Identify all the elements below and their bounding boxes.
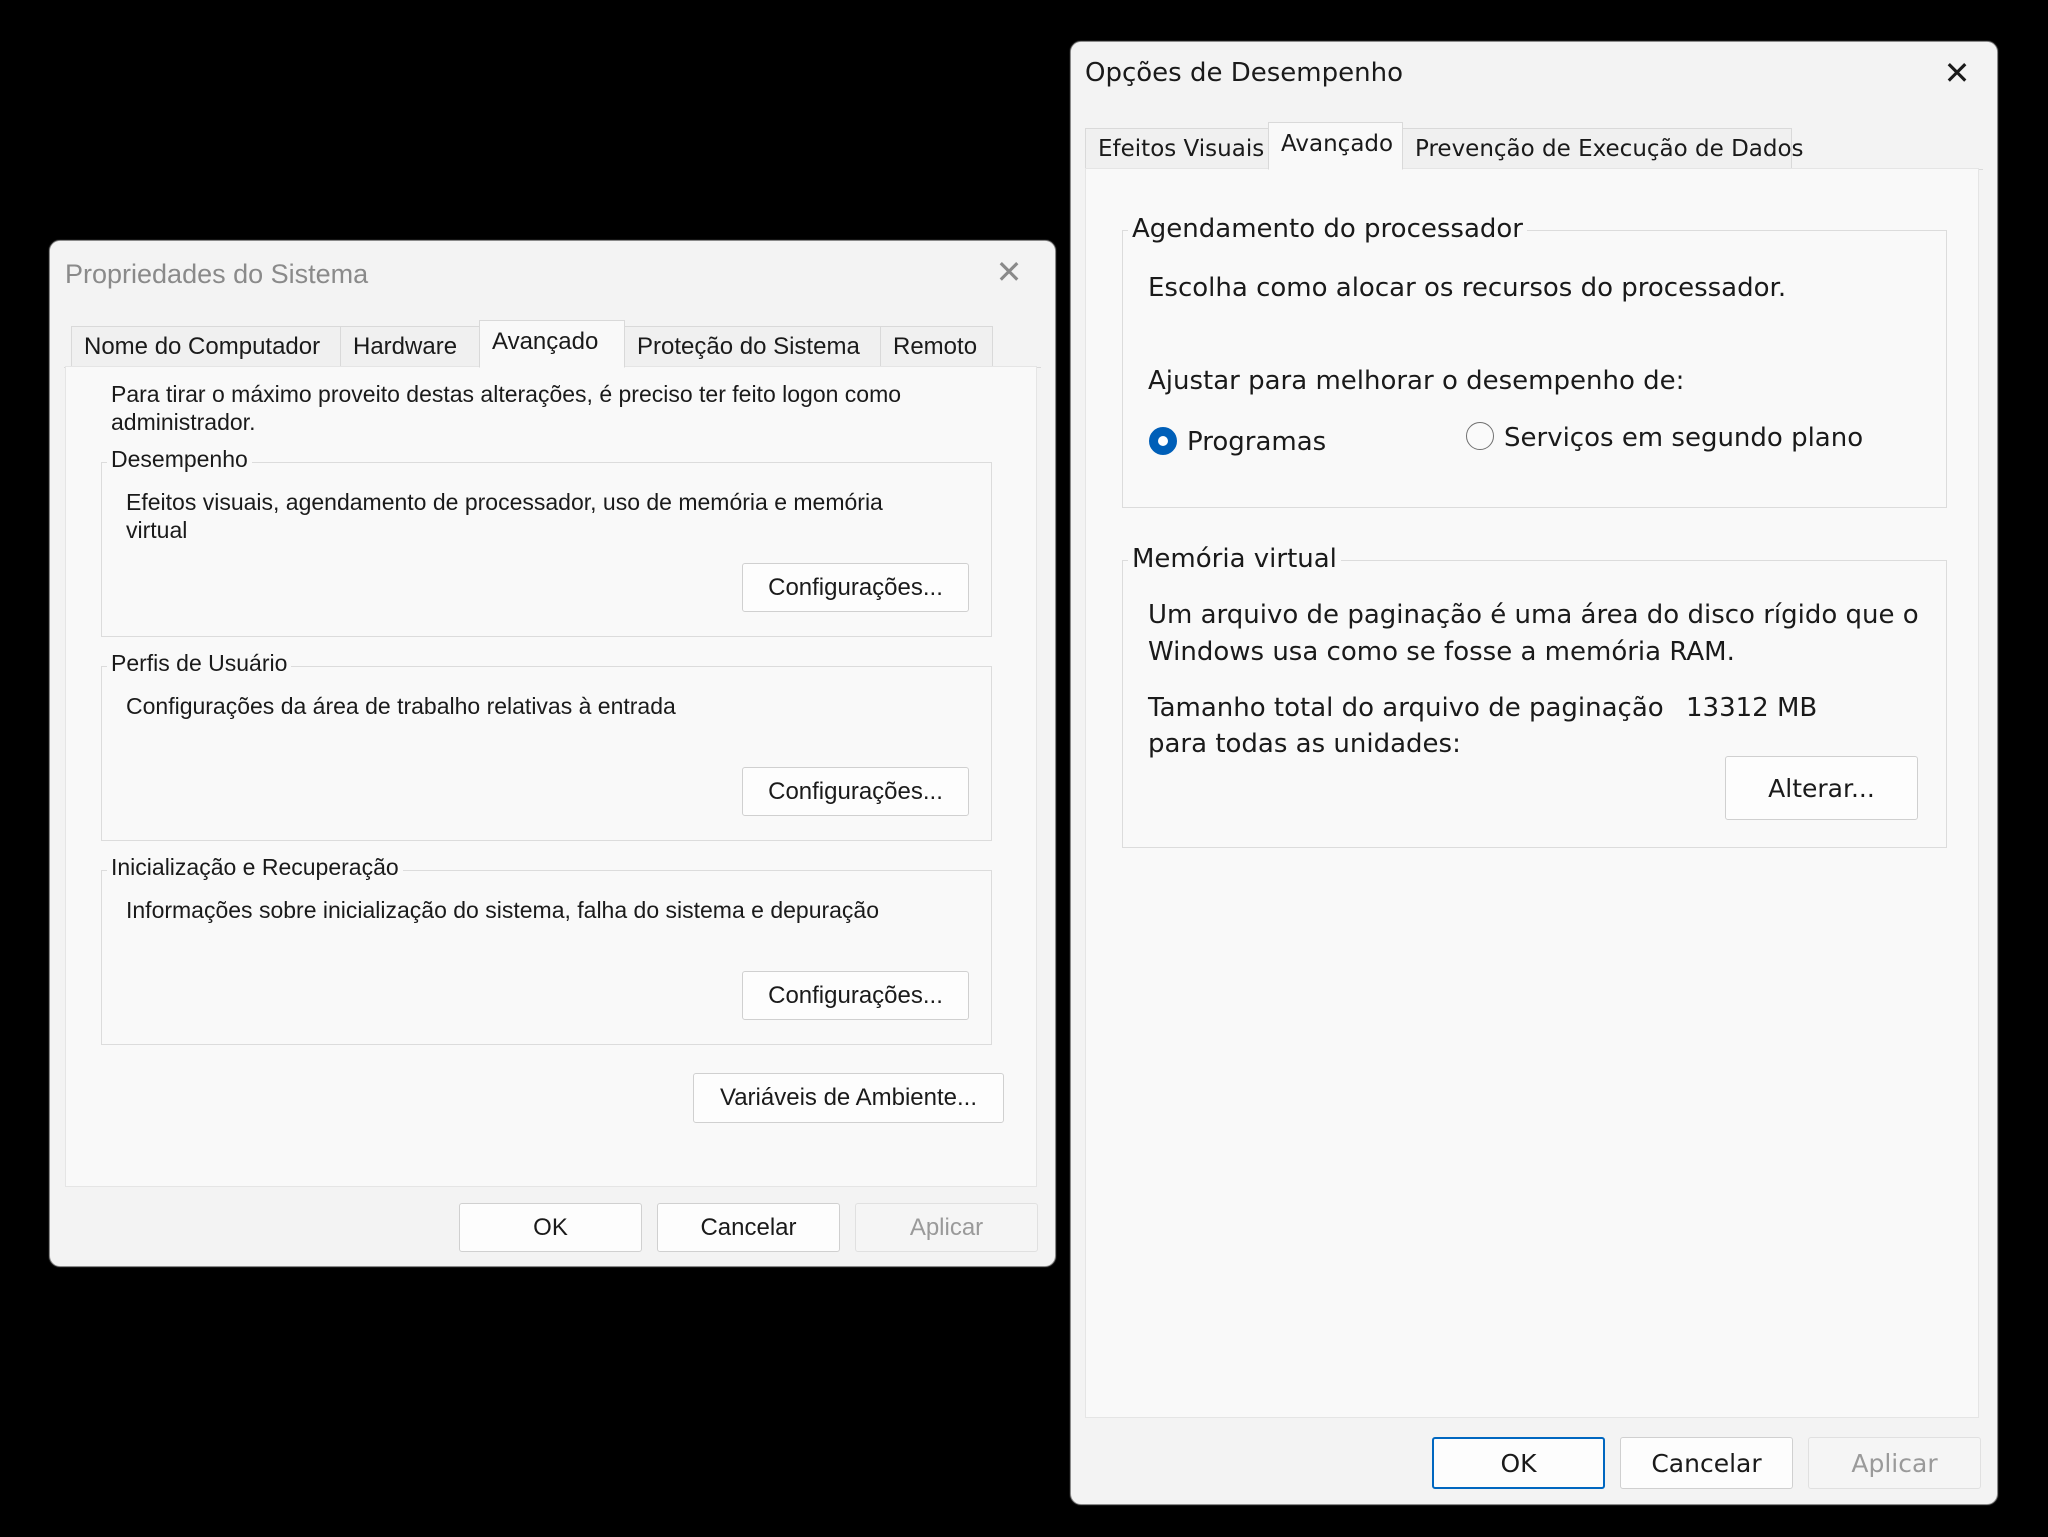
apply-button[interactable]: Aplicar	[855, 1203, 1038, 1252]
tab-data-execution-prevention[interactable]: Prevenção de Execução de Dados	[1402, 128, 1804, 170]
performance-desc-line2: virtual	[126, 517, 188, 543]
adjust-for-label: Ajustar para melhorar o desempenho de:	[1148, 366, 1685, 396]
virtual-memory-desc-line2: Windows usa como se fosse a memória RAM.	[1148, 637, 1735, 667]
performance-options-window: Opções de Desempenho ✕ Efeitos Visuais A…	[1070, 41, 1998, 1505]
user-profiles-settings-button[interactable]: Configurações...	[742, 767, 969, 816]
paging-total-value: 13312 MB	[1686, 693, 1818, 723]
background-services-radio-label[interactable]: Serviços em segundo plano	[1504, 423, 1863, 453]
system-properties-window: Propriedades do Sistema ✕ Nome do Comput…	[49, 240, 1056, 1267]
tab-strip: Nome do Computador Hardware Avançado Pro…	[64, 320, 1041, 368]
performance-group-label: Desempenho	[107, 446, 252, 473]
user-profiles-desc: Configurações da área de trabalho relati…	[126, 693, 676, 719]
ok-button[interactable]: OK	[459, 1203, 642, 1252]
startup-recovery-desc: Informações sobre inicialização do siste…	[126, 897, 880, 923]
startup-recovery-group: Inicialização e Recuperação Informações …	[101, 854, 992, 1045]
processor-scheduling-desc: Escolha como alocar os recursos do proce…	[1148, 273, 1787, 303]
close-icon: ✕	[995, 254, 1023, 290]
virtual-memory-label: Memória virtual	[1128, 544, 1341, 574]
startup-recovery-settings-button[interactable]: Configurações...	[742, 971, 969, 1020]
tab-system-protection[interactable]: Proteção do Sistema	[624, 326, 881, 368]
apply-button[interactable]: Aplicar	[1808, 1437, 1981, 1489]
ok-button[interactable]: OK	[1432, 1437, 1605, 1489]
tab-visual-effects[interactable]: Efeitos Visuais	[1085, 128, 1269, 170]
background-services-radio[interactable]	[1466, 422, 1494, 450]
user-profiles-group: Perfis de Usuário Configurações da área …	[101, 650, 992, 841]
environment-variables-button[interactable]: Variáveis de Ambiente...	[693, 1073, 1004, 1123]
paging-total-label-line1: Tamanho total do arquivo de paginação	[1148, 693, 1664, 723]
cancel-button[interactable]: Cancelar	[1620, 1437, 1793, 1489]
close-button[interactable]: ✕	[1927, 42, 1987, 104]
programs-radio-label[interactable]: Programas	[1187, 427, 1326, 457]
startup-recovery-group-label: Inicialização e Recuperação	[107, 854, 403, 881]
tab-remote[interactable]: Remoto	[880, 326, 993, 368]
title-bar: Opções de Desempenho ✕	[1071, 42, 1997, 104]
paging-total-label-line2: para todas as unidades:	[1148, 729, 1461, 759]
change-button[interactable]: Alterar...	[1725, 756, 1918, 820]
tab-advanced[interactable]: Avançado	[479, 320, 625, 368]
window-title: Opções de Desempenho	[1085, 58, 1403, 88]
intro-text-line1: Para tirar o máximo proveito destas alte…	[111, 381, 902, 407]
cancel-button[interactable]: Cancelar	[657, 1203, 840, 1252]
advanced-tab-panel: Agendamento do processador Escolha como …	[1085, 168, 1979, 1418]
performance-group: Desempenho Efeitos visuais, agendamento …	[101, 446, 992, 637]
performance-settings-button[interactable]: Configurações...	[742, 563, 969, 612]
virtual-memory-desc-line1: Um arquivo de paginação é uma área do di…	[1148, 600, 1919, 630]
tab-strip: Efeitos Visuais Avançado Prevenção de Ex…	[1085, 122, 1983, 170]
close-icon: ✕	[1943, 54, 1971, 92]
processor-scheduling-label: Agendamento do processador	[1128, 214, 1527, 244]
tab-hardware[interactable]: Hardware	[340, 326, 480, 368]
programs-radio[interactable]	[1149, 427, 1177, 455]
user-profiles-group-label: Perfis de Usuário	[107, 650, 292, 677]
window-title: Propriedades do Sistema	[65, 259, 369, 289]
virtual-memory-group: Memória virtual Um arquivo de paginação …	[1122, 544, 1947, 848]
processor-scheduling-group: Agendamento do processador Escolha como …	[1122, 214, 1947, 508]
advanced-tab-panel: Para tirar o máximo proveito destas alte…	[65, 366, 1037, 1187]
title-bar: Propriedades do Sistema ✕	[50, 241, 1055, 303]
performance-desc-line1: Efeitos visuais, agendamento de processa…	[126, 489, 883, 515]
tab-advanced[interactable]: Avançado	[1268, 122, 1403, 170]
tab-computer-name[interactable]: Nome do Computador	[71, 326, 341, 368]
close-button[interactable]: ✕	[979, 241, 1039, 303]
intro-text-line2: administrador.	[111, 409, 256, 435]
